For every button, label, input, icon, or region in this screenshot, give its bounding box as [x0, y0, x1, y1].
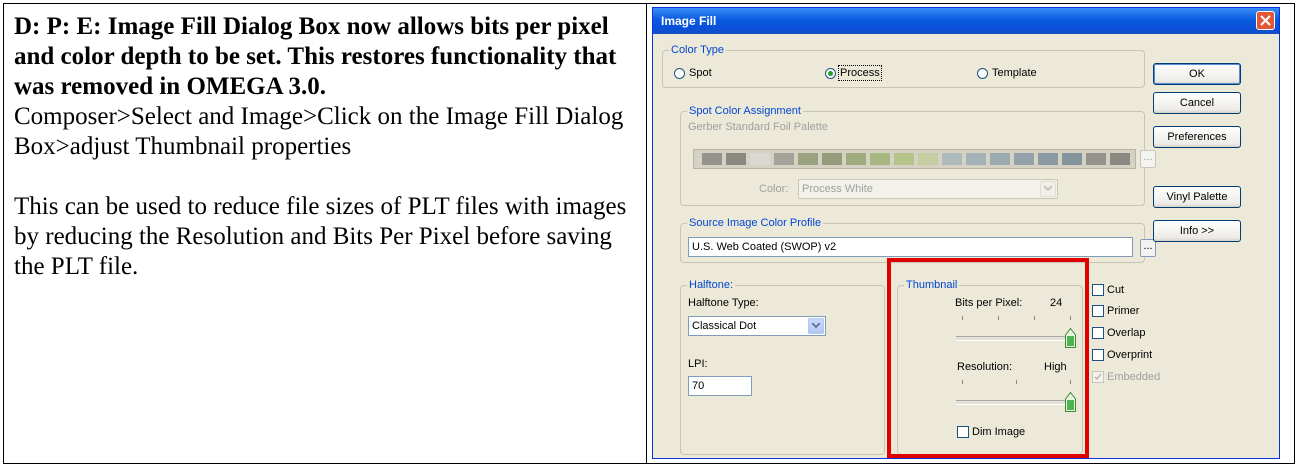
color-select[interactable]: Process White	[798, 179, 1058, 199]
checkbox-label: Overlap	[1107, 327, 1146, 339]
palette-swatch	[990, 153, 1010, 165]
radio-spot[interactable]: Spot	[674, 67, 712, 79]
checkbox-box	[1092, 371, 1104, 383]
checkmark-icon	[1094, 373, 1102, 381]
vinyl-palette-button[interactable]: Vinyl Palette	[1153, 186, 1241, 208]
checkbox-box	[1092, 284, 1104, 296]
palette-swatch	[966, 153, 986, 165]
radio-process[interactable]: Process	[825, 65, 882, 81]
halftone-type-arrow	[808, 318, 824, 334]
checkbox-label: Embedded	[1107, 371, 1161, 383]
chevron-down-icon	[1044, 186, 1052, 192]
checkbox-overprint[interactable]: Overprint	[1092, 349, 1152, 361]
source-profile-label: Source Image Color Profile	[687, 217, 824, 229]
palette-swatch	[1086, 153, 1106, 165]
palette-swatch	[1110, 153, 1130, 165]
preferences-button[interactable]: Preferences	[1153, 126, 1241, 148]
close-icon	[1260, 15, 1271, 26]
checkbox-label: Primer	[1107, 305, 1140, 317]
checkbox-box	[1092, 305, 1104, 317]
document-text: D: P: E: Image Fill Dialog Box now allow…	[14, 12, 639, 282]
palette-swatch	[894, 153, 914, 165]
radio-process-indicator	[825, 67, 836, 79]
radio-template-label: Template	[992, 67, 1037, 79]
profile-browse-button[interactable]: ...	[1140, 239, 1156, 257]
radio-template-indicator	[977, 67, 988, 79]
halftone-label: Halftone:	[687, 279, 736, 291]
palette-swatch	[1038, 153, 1058, 165]
spot-color-label: Spot Color Assignment	[687, 105, 803, 117]
checkbox-embedded[interactable]: Embedded	[1092, 371, 1160, 383]
palette-swatch	[870, 153, 890, 165]
source-profile-field[interactable]: U.S. Web Coated (SWOP) v2	[688, 237, 1133, 257]
palette-swatch	[750, 153, 770, 165]
palette-swatch	[1014, 153, 1034, 165]
close-button[interactable]	[1256, 11, 1275, 30]
info-button[interactable]: Info >>	[1153, 220, 1241, 242]
palette-swatch	[726, 153, 746, 165]
source-profile-value: U.S. Web Coated (SWOP) v2	[692, 241, 837, 253]
palette-swatch	[702, 153, 722, 165]
checkbox-box	[1092, 327, 1104, 339]
color-select-arrow	[1040, 181, 1056, 197]
color-type-group: Color Type	[662, 44, 1145, 88]
checkbox-label: Cut	[1107, 284, 1125, 296]
radio-spot-label: Spot	[689, 67, 712, 79]
release-note-heading: D: P: E: Image Fill Dialog Box now allow…	[14, 13, 617, 100]
radio-spot-indicator	[674, 67, 685, 79]
highlight-box	[887, 258, 1089, 458]
checkbox-label: Overprint	[1107, 349, 1153, 361]
checkbox-primer[interactable]: Primer	[1092, 305, 1139, 317]
lpi-label: LPI:	[688, 358, 708, 370]
halftone-group: Halftone:	[680, 279, 885, 455]
color-type-label: Color Type	[669, 44, 726, 56]
palette-swatch	[774, 153, 794, 165]
palette-swatch	[822, 153, 842, 165]
palette-swatch	[1062, 153, 1082, 165]
halftone-type-label: Halftone Type:	[688, 297, 759, 309]
radio-process-label: Process	[838, 65, 882, 81]
table-divider	[646, 4, 647, 463]
title-bar[interactable]: Image Fill	[653, 8, 1279, 34]
color-palette-strip	[693, 149, 1136, 169]
explanation-paragraph: This can be used to reduce file sizes of…	[14, 193, 627, 280]
color-select-value: Process White	[802, 183, 873, 195]
palette-swatch	[918, 153, 938, 165]
steps-paragraph: Composer>Select and Image>Click on the I…	[14, 103, 624, 160]
lpi-field[interactable]: 70	[688, 376, 752, 396]
cancel-button[interactable]: Cancel	[1153, 92, 1241, 114]
checkbox-overlap[interactable]: Overlap	[1092, 327, 1146, 339]
palette-swatch	[846, 153, 866, 165]
dialog-title: Image Fill	[661, 14, 717, 28]
chevron-down-icon	[812, 323, 820, 329]
palette-name: Gerber Standard Foil Palette	[688, 121, 829, 133]
palette-swatch	[942, 153, 962, 165]
palette-swatch	[798, 153, 818, 165]
halftone-type-value: Classical Dot	[692, 320, 757, 332]
color-label: Color:	[759, 183, 789, 195]
ok-button[interactable]: OK	[1153, 63, 1241, 85]
palette-browse-button[interactable]: ...	[1140, 150, 1156, 168]
checkbox-cut[interactable]: Cut	[1092, 284, 1124, 296]
halftone-type-select[interactable]: Classical Dot	[688, 316, 826, 336]
lpi-value: 70	[692, 380, 705, 392]
checkbox-box	[1092, 349, 1104, 361]
radio-template[interactable]: Template	[977, 67, 1037, 79]
